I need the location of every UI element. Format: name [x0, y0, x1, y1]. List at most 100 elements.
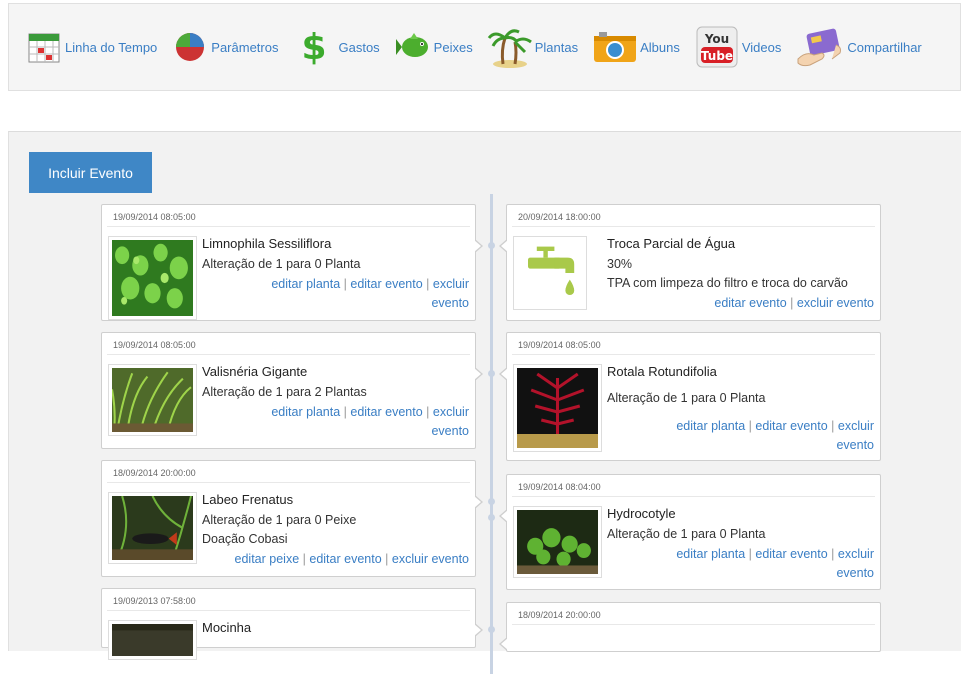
- faucet-icon: [528, 246, 575, 295]
- event-thumbnail: [108, 364, 197, 436]
- event-title: Labeo Frenatus: [202, 492, 294, 507]
- timeline-axis: [490, 194, 493, 674]
- event-thumbnail: [108, 620, 197, 660]
- card-pointer: [499, 509, 508, 523]
- camera-icon: [592, 27, 638, 67]
- event-actions: editar planta | editar evento | excluir e…: [634, 545, 874, 583]
- nav-label-albums: Albuns: [640, 39, 680, 55]
- timeline-dot: [488, 514, 495, 521]
- timeline-dot: [488, 242, 495, 249]
- timeline-dot: [488, 498, 495, 505]
- calendar-icon: [25, 27, 63, 67]
- event-detail: Alteração de 1 para 2 Plantas: [202, 385, 367, 399]
- card-pointer: [499, 637, 508, 651]
- event-thumbnail: [108, 492, 197, 564]
- event-card: 19/09/2014 08:05:00 Limnophila Sessilifl…: [101, 204, 483, 321]
- edit-plant-link[interactable]: editar planta: [271, 277, 340, 291]
- delete-event-link-cont[interactable]: evento: [431, 296, 469, 310]
- edit-event-link[interactable]: editar evento: [350, 277, 422, 291]
- top-navigation: Linha do Tempo Parâmetros $ Gastos Peixe…: [8, 3, 961, 91]
- event-date: 19/09/2014 08:05:00: [107, 205, 470, 227]
- nav-label-parameters: Parâmetros: [211, 39, 279, 55]
- youtube-icon: You Tube: [694, 26, 740, 68]
- nav-item-albums[interactable]: Albuns: [592, 27, 680, 67]
- event-title: Limnophila Sessiliflora: [202, 236, 332, 251]
- dollar-icon: $: [292, 27, 336, 67]
- edit-fish-link[interactable]: editar peixe: [235, 552, 300, 566]
- card-pointer: [474, 623, 483, 637]
- event-actions: editar planta | editar evento | excluir e…: [229, 275, 469, 313]
- edit-plant-link[interactable]: editar planta: [676, 419, 745, 433]
- event-date: 20/09/2014 18:00:00: [512, 205, 875, 227]
- delete-event-link[interactable]: excluir: [838, 419, 874, 433]
- link-separator: |: [343, 405, 347, 419]
- delete-event-link-cont[interactable]: evento: [431, 424, 469, 438]
- edit-event-link[interactable]: editar evento: [714, 296, 786, 310]
- event-detail: Alteração de 1 para 0 Peixe: [202, 513, 357, 527]
- edit-plant-link[interactable]: editar planta: [271, 405, 340, 419]
- link-separator: |: [343, 277, 347, 291]
- delete-event-link[interactable]: excluir: [433, 405, 469, 419]
- event-thumbnail: [108, 236, 197, 320]
- nav-label-fish: Peixes: [433, 39, 473, 55]
- delete-event-link[interactable]: excluir evento: [392, 552, 469, 566]
- timeline-dot: [488, 626, 495, 633]
- fish-icon: [394, 27, 432, 67]
- share-card-icon: [795, 27, 845, 67]
- edit-event-link[interactable]: editar evento: [755, 547, 827, 561]
- event-card: 19/09/2013 07:58:00 Mocinha: [101, 588, 483, 660]
- event-date: 19/09/2014 08:05:00: [512, 333, 875, 355]
- nav-item-plants[interactable]: Plantas: [487, 27, 579, 68]
- card-pointer: [474, 495, 483, 509]
- add-event-button[interactable]: Incluir Evento: [29, 152, 152, 193]
- delete-event-link-cont[interactable]: evento: [836, 566, 874, 580]
- event-detail: 30%: [607, 257, 633, 271]
- edit-plant-link[interactable]: editar planta: [676, 547, 745, 561]
- edit-event-link[interactable]: editar evento: [350, 405, 422, 419]
- card-pointer: [474, 367, 483, 381]
- event-detail: Alteração de 1 para 0 Planta: [202, 257, 361, 271]
- delete-event-link[interactable]: excluir evento: [797, 296, 874, 310]
- link-separator: |: [748, 547, 752, 561]
- nav-label-plants: Plantas: [534, 39, 579, 55]
- edit-event-link[interactable]: editar evento: [309, 552, 381, 566]
- link-separator: |: [748, 419, 752, 433]
- event-detail: Alteração de 1 para 0 Planta: [607, 391, 766, 405]
- event-date: 18/09/2014 20:00:00: [107, 461, 470, 483]
- link-separator: |: [831, 547, 835, 561]
- edit-event-link[interactable]: editar evento: [755, 419, 827, 433]
- event-title: Rotala Rotundifolia: [607, 364, 717, 379]
- event-date: 19/09/2014 08:05:00: [107, 333, 470, 355]
- nav-label-timeline: Linha do Tempo: [65, 39, 158, 55]
- event-actions: editar planta | editar evento | excluir e…: [229, 403, 469, 441]
- delete-event-link-cont[interactable]: evento: [836, 438, 874, 452]
- event-note: TPA com limpeza do filtro e troca do car…: [607, 276, 848, 290]
- link-separator: |: [385, 552, 389, 566]
- event-date: 19/09/2014 08:04:00: [512, 475, 875, 497]
- nav-item-timeline[interactable]: Linha do Tempo: [25, 27, 157, 67]
- event-detail: Alteração de 1 para 0 Planta: [607, 527, 766, 541]
- card-pointer: [499, 239, 508, 253]
- nav-item-parameters[interactable]: Parâmetros: [171, 27, 278, 67]
- event-thumbnail: [513, 236, 587, 310]
- link-separator: |: [426, 277, 430, 291]
- nav-item-fish[interactable]: Peixes: [394, 27, 473, 67]
- nav-label-videos: Videos: [741, 39, 782, 55]
- palm-tree-icon: [487, 27, 533, 68]
- event-actions: editar planta | editar evento | excluir e…: [634, 417, 874, 455]
- link-separator: |: [831, 419, 835, 433]
- nav-item-share[interactable]: Compartilhar: [795, 27, 922, 67]
- event-actions: editar evento | excluir evento: [614, 294, 874, 313]
- link-separator: |: [302, 552, 306, 566]
- event-card: 20/09/2014 18:00:00 Troca Parcial de Águ…: [499, 204, 881, 321]
- event-title: Troca Parcial de Água: [607, 236, 736, 251]
- nav-item-videos[interactable]: You Tube Videos: [694, 26, 782, 68]
- event-card: 19/09/2014 08:05:00 Valisnéria Gigante A…: [101, 332, 483, 449]
- event-actions: editar peixe | editar evento | excluir e…: [189, 550, 469, 569]
- svg-text:Tube: Tube: [701, 49, 733, 63]
- delete-event-link[interactable]: excluir: [433, 277, 469, 291]
- nav-item-expenses[interactable]: $ Gastos: [292, 27, 380, 67]
- event-date: 19/09/2013 07:58:00: [107, 589, 470, 611]
- delete-event-link[interactable]: excluir: [838, 547, 874, 561]
- nav-label-share: Compartilhar: [847, 39, 922, 55]
